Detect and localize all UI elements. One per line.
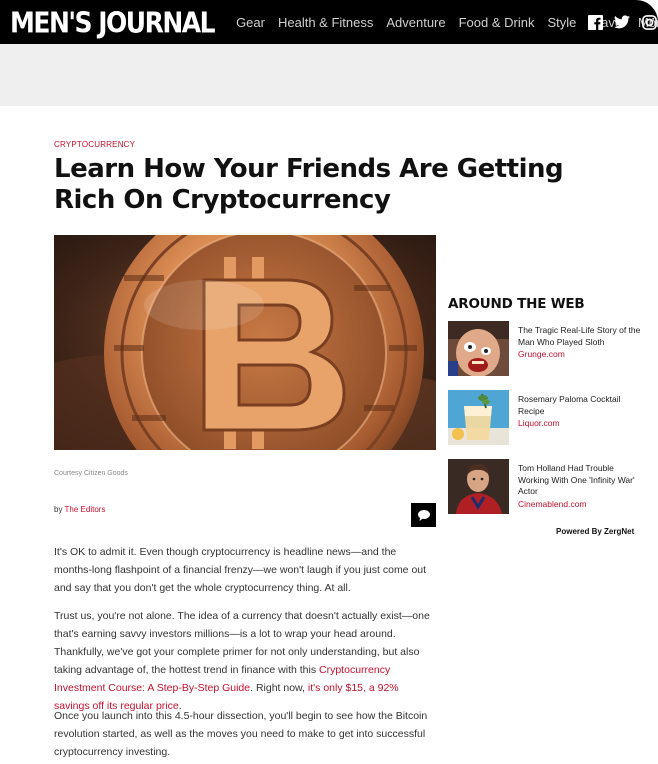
headline-line-2: Rich On Cryptocurrency (54, 185, 391, 215)
byline-prefix: by (54, 505, 63, 514)
facebook-icon[interactable] (586, 13, 604, 31)
article-paragraph-1: It's OK to admit it. Even though cryptoc… (54, 546, 427, 594)
around-web-item[interactable]: Rosemary Paloma Cocktail Recipe Liquor.c… (448, 390, 648, 446)
author-link[interactable]: The Editors (65, 505, 106, 514)
around-web-item-text: The Tragic Real-Life Story of the Man Wh… (518, 325, 646, 361)
thumbnail-tom-holland (448, 459, 509, 514)
paragraph-2-text-b: . Right now, (250, 682, 308, 694)
byline: by The Editors (54, 505, 105, 514)
around-web-item-source: Grunge.com (518, 349, 565, 359)
site-logo[interactable]: MEN'S JOURNAL (10, 5, 216, 38)
article-paragraph-3: Once you launch into this 4.5-hour disse… (54, 710, 428, 758)
article-paragraph-2: Trust us, you're not alone. The idea of … (54, 607, 434, 715)
around-web-item-text: Tom Holland Had Trouble Working With One… (518, 463, 646, 510)
social-links (577, 0, 658, 44)
hero-image-bitcoin (54, 235, 436, 450)
thumbnail-cocktail (448, 390, 509, 445)
around-web-item-title: Tom Holland Had Trouble Working With One… (518, 463, 635, 496)
article-category[interactable]: CRYPTOCURRENCY (54, 140, 135, 149)
around-web-item-source: Cinemablend.com (518, 498, 587, 509)
nav-style[interactable]: Style (547, 15, 576, 30)
ad-banner-placeholder (0, 44, 658, 106)
comment-icon (417, 509, 430, 521)
around-web-item[interactable]: Tom Holland Had Trouble Working With One… (448, 459, 648, 515)
around-the-web-title: AROUND THE WEB (448, 296, 585, 312)
article-headline: Learn How Your Friends Are Getting Rich … (54, 154, 624, 216)
around-web-item-title: Rosemary Paloma Cocktail Recipe (518, 394, 621, 416)
around-web-item-title: The Tragic Real-Life Story of the Man Wh… (518, 325, 641, 347)
comments-button[interactable] (411, 503, 436, 527)
nav-health-fitness[interactable]: Health & Fitness (278, 15, 373, 30)
around-web-item[interactable]: The Tragic Real-Life Story of the Man Wh… (448, 321, 648, 377)
around-web-item-text: Rosemary Paloma Cocktail Recipe Liquor.c… (518, 394, 646, 430)
nav-adventure[interactable]: Adventure (386, 15, 445, 30)
page: MEN'S JOURNAL Gear Health & Fitness Adve… (0, 0, 658, 764)
around-web-item-source: Liquor.com (518, 418, 560, 428)
headline-line-1: Learn How Your Friends Are Getting (54, 154, 564, 184)
top-nav-bar: MEN'S JOURNAL Gear Health & Fitness Adve… (0, 0, 658, 44)
image-caption: Courtesy Citizen Goods (54, 470, 128, 477)
powered-by-zergnet[interactable]: Powered By ZergNet (556, 527, 634, 536)
twitter-icon[interactable] (613, 13, 631, 31)
nav-gear[interactable]: Gear (236, 15, 265, 30)
instagram-icon[interactable] (640, 13, 658, 31)
nav-food-drink[interactable]: Food & Drink (459, 15, 535, 30)
thumbnail-sloth (448, 321, 509, 376)
